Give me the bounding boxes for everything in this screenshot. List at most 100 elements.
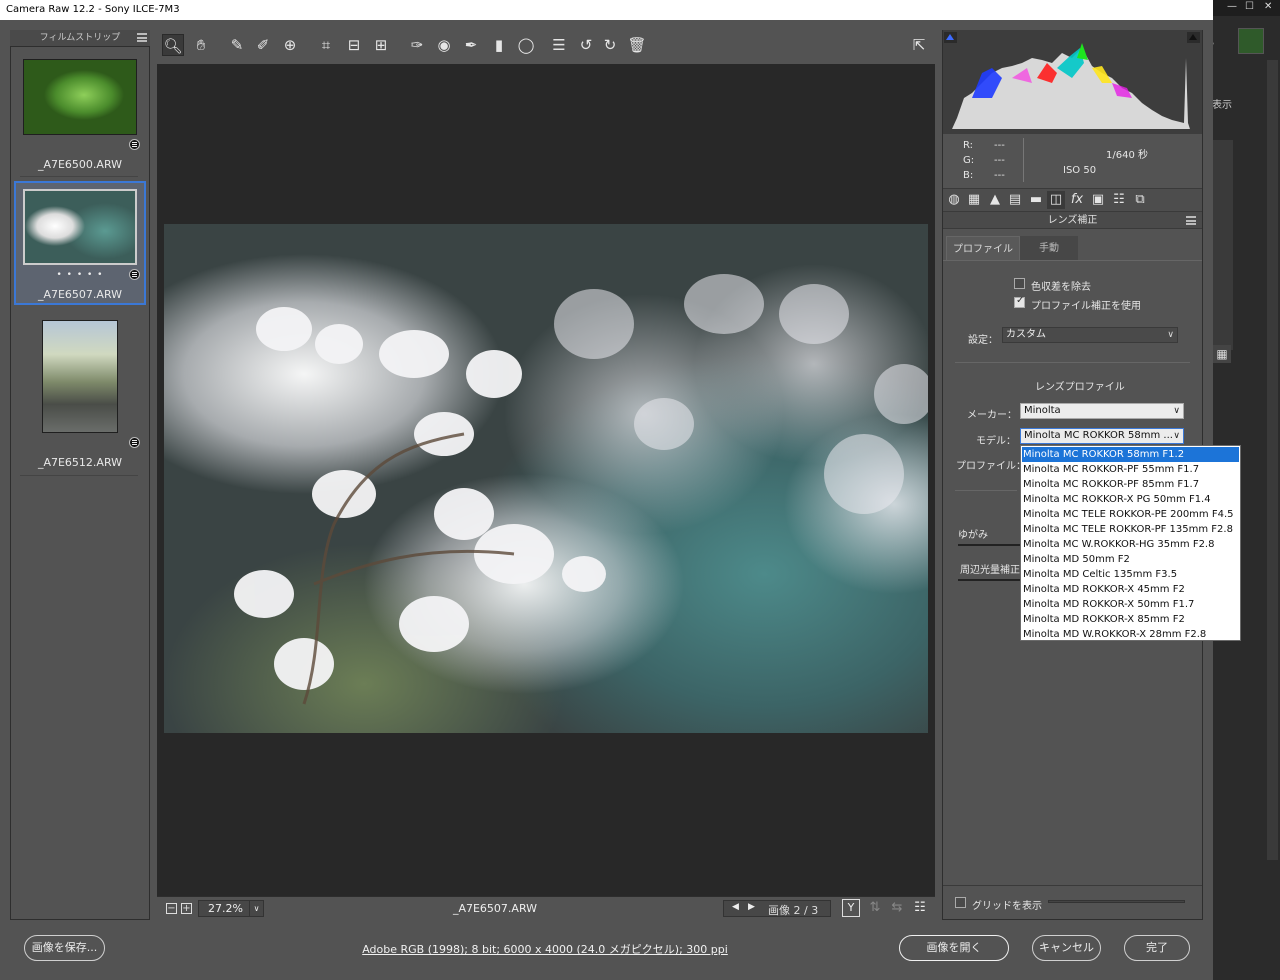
filmstrip-thumbnail[interactable]	[23, 59, 137, 135]
trash-icon[interactable]: 🗑︎	[626, 34, 648, 56]
rotate-left-icon[interactable]: ↺	[575, 34, 597, 56]
presets-list-icon[interactable]: ☰	[548, 34, 570, 56]
distortion-slider[interactable]	[958, 544, 1020, 546]
model-option[interactable]: Minolta MD W.ROKKOR-X 28mm F2.8	[1022, 627, 1239, 642]
before-after-view-icon[interactable]: Y	[842, 899, 860, 917]
model-option[interactable]: Minolta MD ROKKOR-X 85mm F2	[1022, 612, 1239, 627]
model-option[interactable]: Minolta MC ROKKOR 58mm F1.2	[1022, 447, 1239, 462]
hand-tool-icon[interactable]: ✋︎	[190, 34, 212, 56]
model-option[interactable]: Minolta MD Celtic 135mm F3.5	[1022, 567, 1239, 582]
tab-manual[interactable]: 手動	[1020, 236, 1078, 261]
maximize-icon[interactable]: ☐	[1245, 1, 1254, 12]
model-option[interactable]: Minolta MC TELE ROKKOR-PE 200mm F4.5	[1022, 507, 1239, 522]
close-icon[interactable]: ✕	[1264, 1, 1272, 12]
model-option[interactable]: Minolta MD ROKKOR-X 45mm F2	[1022, 582, 1239, 597]
tab-profile[interactable]: プロファイル	[946, 236, 1020, 261]
fullscreen-icon[interactable]: ⇱	[908, 34, 930, 56]
edited-settings-icon	[129, 437, 140, 448]
adjustment-brush-icon[interactable]: ✒	[460, 34, 482, 56]
model-dropdown-list[interactable]: Minolta MC ROKKOR 58mm F1.2 Minolta MC RO…	[1020, 445, 1241, 641]
basic-tab-icon[interactable]: ◍	[945, 191, 963, 209]
iso-value: ISO 50	[1063, 165, 1097, 176]
tone-curve-tab-icon[interactable]: ▦	[965, 191, 983, 209]
model-option[interactable]: Minolta MC W.ROKKOR-HG 35mm F2.8	[1022, 537, 1239, 552]
detail-tab-icon[interactable]: ▲	[986, 191, 1004, 209]
filmstrip-menu-icon[interactable]	[137, 33, 147, 42]
zoom-in-button[interactable]: +	[181, 903, 192, 914]
crop-icon[interactable]: ⌗	[315, 34, 337, 56]
chevron-down-icon: ∨	[1173, 406, 1180, 416]
red-eye-icon[interactable]: ◉	[433, 34, 455, 56]
preview-image[interactable]	[164, 224, 928, 733]
effects-tab-icon[interactable]: fx	[1068, 191, 1086, 209]
show-grid-checkbox[interactable]	[955, 897, 966, 908]
zoom-tool-icon[interactable]: 🔍︎	[162, 34, 184, 56]
filmstrip-divider	[20, 176, 138, 177]
done-button[interactable]: 完了	[1124, 935, 1190, 961]
highlight-clipping-icon[interactable]	[1187, 32, 1200, 43]
swap-settings-icon[interactable]: ⇅	[866, 899, 884, 917]
presets-tab-icon[interactable]: ☷	[1110, 191, 1128, 209]
filmstrip-thumbnail[interactable]	[42, 320, 118, 433]
lens-corrections-tab-icon[interactable]: ◫	[1047, 191, 1065, 209]
star-rating[interactable]: • • • • •	[40, 270, 120, 280]
vignette-slider[interactable]	[958, 579, 1020, 581]
window-title: Camera Raw 12.2 - Sony ILCE-7M3	[0, 0, 1213, 20]
panel-menu-icon[interactable]	[1186, 216, 1196, 225]
b-label: B:	[963, 170, 974, 181]
zoom-out-button[interactable]: −	[166, 903, 177, 914]
setup-select[interactable]: カスタム ∨	[1002, 327, 1178, 343]
background-app-titlebar: — ☐ ✕	[1213, 0, 1280, 16]
filmstrip-filename[interactable]: _A7E6512.ARW	[14, 456, 146, 469]
hsl-tab-icon[interactable]: ▤	[1006, 191, 1024, 209]
white-balance-icon[interactable]: ✎	[226, 34, 248, 56]
filmstrip-header: フィルムストリップ	[10, 30, 150, 47]
split-toning-tab-icon[interactable]: ▬	[1027, 191, 1045, 209]
panel-title: レンズ補正	[1047, 215, 1098, 226]
histogram	[952, 38, 1190, 129]
copy-settings-icon[interactable]: ⇆	[888, 899, 906, 917]
model-option[interactable]: Minolta MC ROKKOR-PF 55mm F1.7	[1022, 462, 1239, 477]
snapshots-tab-icon[interactable]: ⧉	[1131, 191, 1149, 209]
filmstrip-thumbnail[interactable]	[23, 189, 137, 265]
previous-image-icon[interactable]: ◀	[732, 902, 739, 912]
profile-label: プロファイル：	[956, 461, 1026, 472]
filmstrip-filename[interactable]: _A7E6500.ARW	[14, 158, 146, 171]
model-option[interactable]: Minolta MC TELE ROKKOR-PF 135mm F2.8	[1022, 522, 1239, 537]
calibration-tab-icon[interactable]: ▣	[1089, 191, 1107, 209]
edited-settings-icon	[129, 269, 140, 280]
chevron-down-icon: ∨	[1173, 431, 1180, 441]
transform-icon[interactable]: ⊞	[370, 34, 392, 56]
remove-ca-checkbox[interactable]	[1014, 278, 1025, 289]
model-option[interactable]: Minolta MC ROKKOR-PF 85mm F1.7	[1022, 477, 1239, 492]
targeted-adjustment-icon[interactable]: ⊕	[279, 34, 301, 56]
spot-removal-icon[interactable]: ✑	[406, 34, 428, 56]
next-image-icon[interactable]: ▶	[748, 902, 755, 912]
straighten-icon[interactable]: ⊟	[343, 34, 365, 56]
g-label: G:	[963, 155, 975, 166]
info-panel	[943, 134, 1202, 188]
radial-filter-icon[interactable]: ◯	[515, 34, 537, 56]
use-profile-label: プロファイル補正を使用	[1031, 301, 1141, 312]
open-image-button[interactable]: 画像を開く	[899, 935, 1009, 961]
grid-size-slider[interactable]	[1048, 900, 1185, 903]
shadow-clipping-icon[interactable]	[944, 32, 957, 43]
cancel-button[interactable]: キャンセル	[1032, 935, 1101, 961]
color-sampler-icon[interactable]: ✐	[252, 34, 274, 56]
minimize-icon[interactable]: —	[1227, 1, 1237, 12]
save-image-button[interactable]: 画像を保存...	[24, 935, 105, 961]
rotate-right-icon[interactable]: ↻	[599, 34, 621, 56]
toggle-settings-icon[interactable]: ☷	[911, 899, 929, 917]
chevron-down-icon: ∨	[249, 901, 263, 916]
graduated-filter-icon[interactable]: ▮	[488, 34, 510, 56]
image-navigator: ◀ ▶ 画像 2 / 3	[723, 900, 831, 917]
model-option[interactable]: Minolta MC ROKKOR-X PG 50mm F1.4	[1022, 492, 1239, 507]
workflow-options-link[interactable]: Adobe RGB (1998); 8 bit; 6000 x 4000 (24…	[300, 941, 790, 957]
use-profile-checkbox[interactable]	[1014, 295, 1025, 308]
model-select[interactable]: Minolta MC ROKKOR 58mm ... ∨	[1020, 428, 1184, 444]
filmstrip-filename[interactable]: _A7E6507.ARW	[14, 288, 146, 301]
zoom-level-select[interactable]: 27.2% ∨	[198, 900, 264, 917]
model-option[interactable]: Minolta MD ROKKOR-X 50mm F1.7	[1022, 597, 1239, 612]
maker-select[interactable]: Minolta ∨	[1020, 403, 1184, 419]
model-option[interactable]: Minolta MD 50mm F2	[1022, 552, 1239, 567]
